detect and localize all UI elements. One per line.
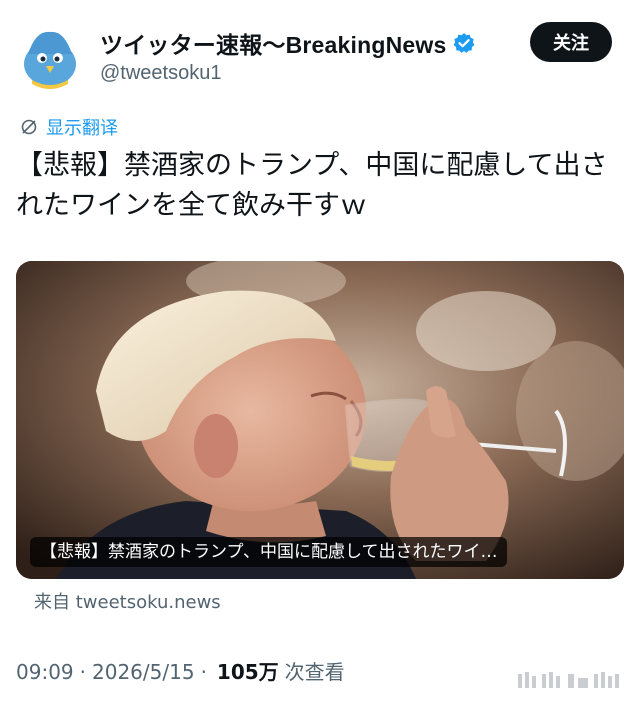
verified-badge-icon — [453, 33, 474, 53]
view-count-label: 次查看 — [284, 660, 345, 684]
card-source[interactable]: 来自 tweetsoku.news — [34, 588, 221, 614]
tweet-header: ツイッター速報〜BreakingNews @tweetsoku1 关注 — [0, 0, 640, 100]
tweet-date[interactable]: 2026/5/15 — [92, 660, 195, 684]
show-translation-link[interactable]: 显示翻译 — [20, 114, 118, 140]
tweet-meta: 09:09 · 2026/5/15 · 105万 次查看 — [16, 656, 345, 685]
watermark-icon — [518, 672, 619, 688]
show-translation-label: 显示翻译 — [46, 118, 118, 139]
meta-separator: · — [200, 660, 207, 684]
name-row: ツイッター速報〜BreakingNews — [100, 26, 475, 60]
follow-button[interactable]: 关注 — [530, 22, 612, 62]
meta-separator: · — [79, 660, 86, 684]
card-caption: 【悲報】禁酒家のトランプ、中国に配慮して出されたワイ… — [30, 537, 508, 567]
tweet-time[interactable]: 09:09 — [16, 660, 74, 684]
avatar[interactable] — [16, 24, 84, 92]
view-count: 105万 — [216, 660, 279, 684]
bird-avatar-icon — [24, 31, 76, 89]
tweet-text: 【悲報】禁酒家のトランプ、中国に配慮して出されたワインを全て飲み干すｗ — [16, 150, 608, 221]
link-card[interactable]: 【悲報】禁酒家のトランプ、中国に配慮して出されたワイ… — [16, 261, 624, 579]
translate-icon — [21, 119, 37, 135]
display-name[interactable]: ツイッター速報〜BreakingNews — [100, 26, 447, 60]
card-photo — [16, 261, 624, 579]
account-handle[interactable]: @tweetsoku1 — [100, 62, 221, 85]
